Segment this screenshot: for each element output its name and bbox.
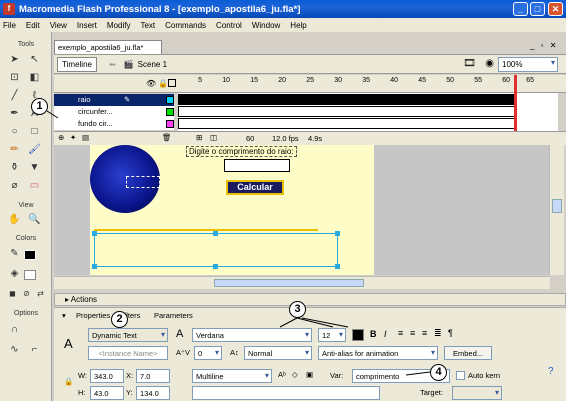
callout-leaders (46, 110, 431, 376)
